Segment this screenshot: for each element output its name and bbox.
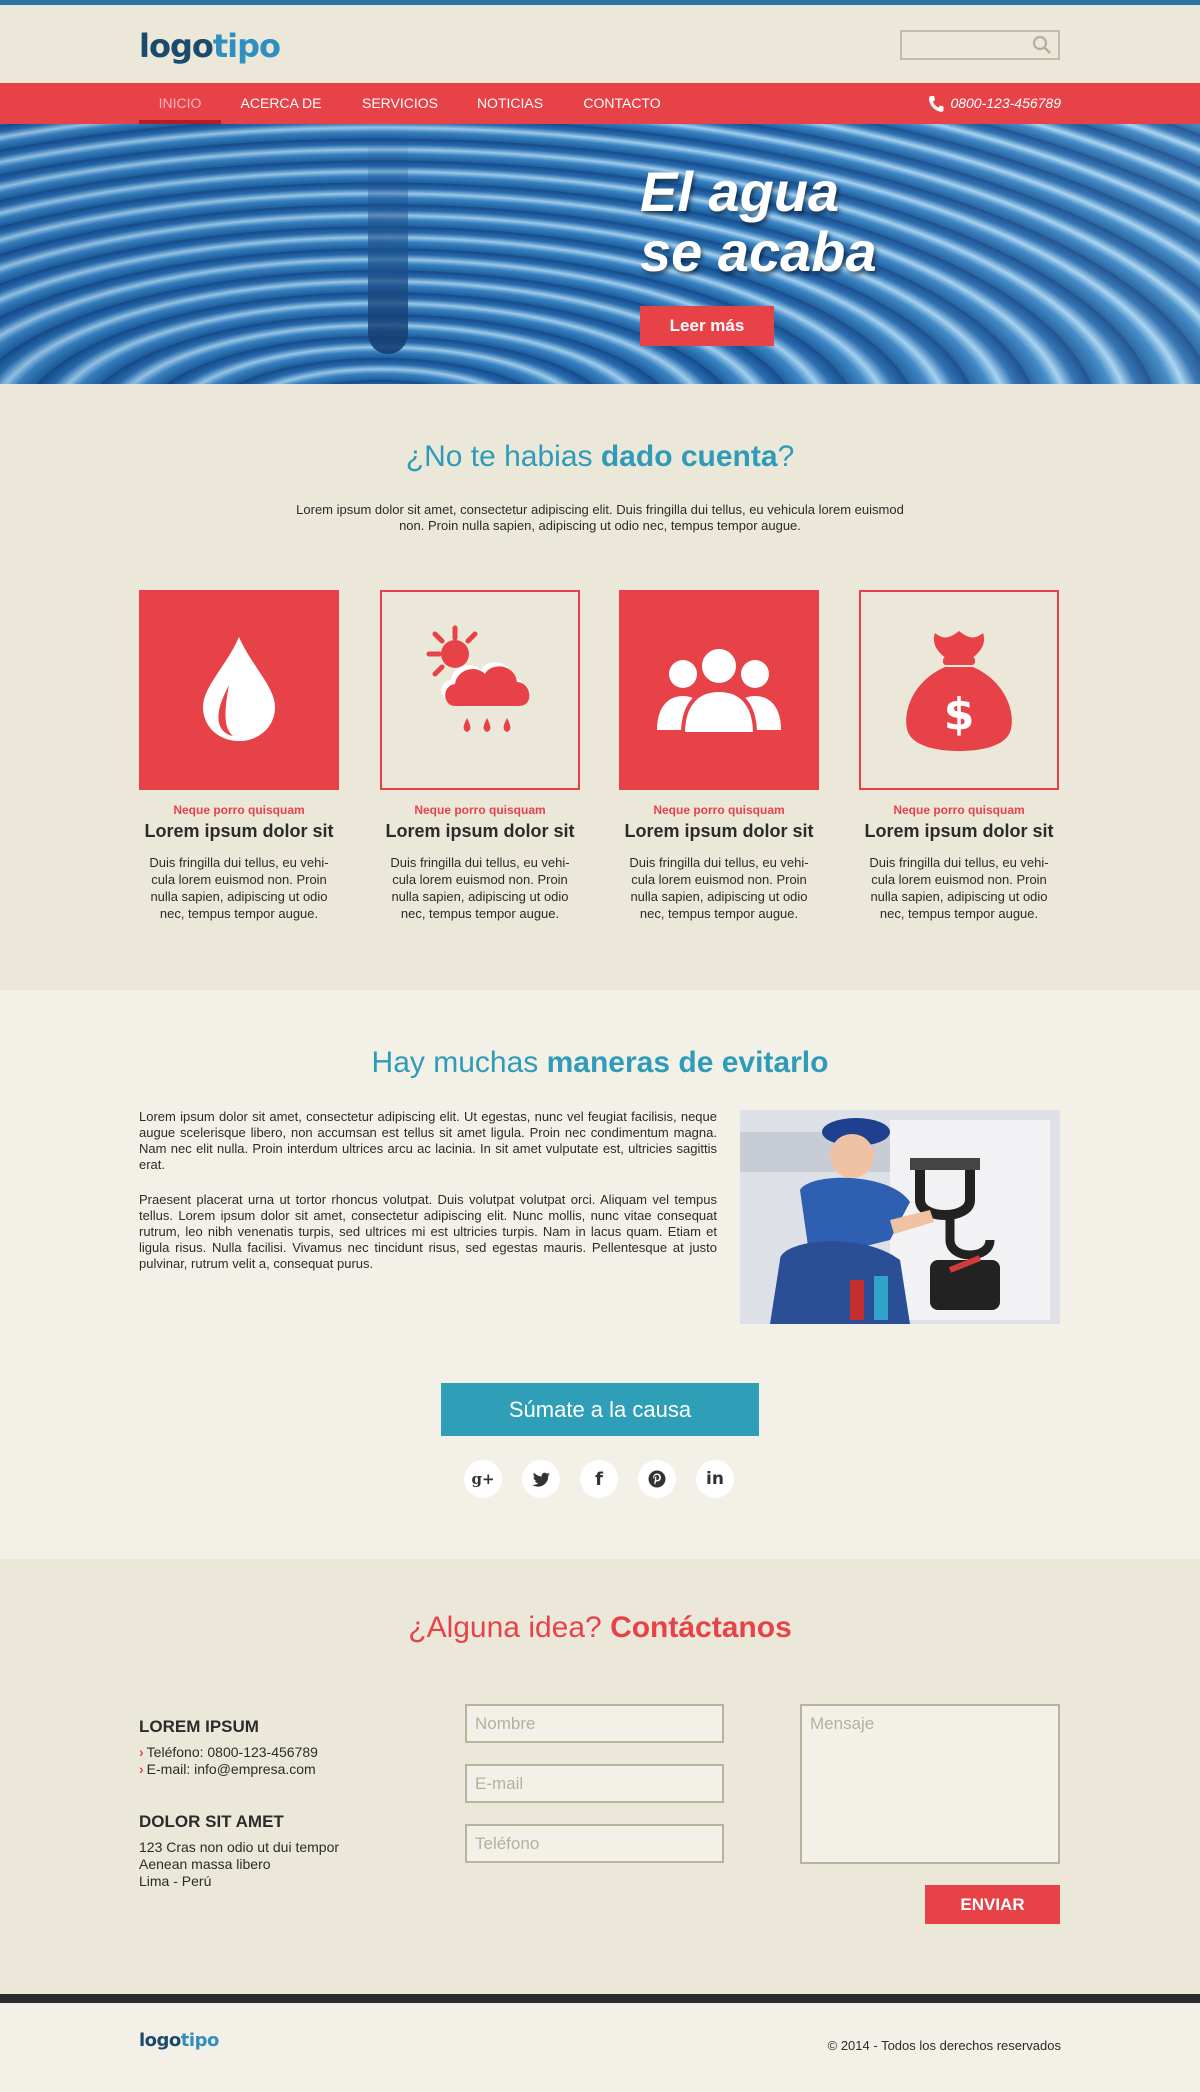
awareness-intro: Lorem ipsum dolor sit amet, consectetur …: [296, 502, 904, 533]
nav-item-contacto[interactable]: CONTACTO: [572, 83, 672, 124]
google-plus-glyph: g+: [471, 1470, 495, 1488]
plumber-photo: [740, 1110, 1060, 1324]
feature-card-kicker: Neque porro quisquam: [653, 803, 785, 817]
solutions-title: Hay muchas maneras de evitarlo: [0, 1046, 1200, 1080]
header-phone: 0800-123-456789: [928, 83, 1061, 124]
feature-card-kicker: Neque porro quisquam: [893, 803, 1025, 817]
address-line-3: Lima - Perú: [139, 1873, 212, 1889]
feature-card-title: Lorem ipsum dolor sit: [864, 821, 1054, 841]
solutions-paragraph-1: Lorem ipsum dolor sit amet, consectetur …: [139, 1109, 717, 1172]
hero-banner: El agua se acaba Leer más: [0, 124, 1200, 384]
chevron-right-icon: ›: [139, 1761, 144, 1777]
message-field[interactable]: [800, 1704, 1060, 1864]
name-field[interactable]: [465, 1704, 724, 1743]
feature-card-text: Duis fringilla dui tellus, eu vehi-cula …: [390, 855, 570, 921]
nav-item-servicios[interactable]: SERVICIOS: [350, 83, 450, 124]
money-bag-icon: $: [906, 631, 1012, 751]
solutions-section: Hay muchas maneras de evitarlo Lorem ips…: [0, 990, 1200, 1559]
contact-title: ¿Alguna idea? Contáctanos: [0, 1611, 1200, 1645]
email-field[interactable]: [465, 1764, 724, 1803]
feature-card: Neque porro quisquam Lorem ipsum dolor s…: [380, 590, 580, 922]
awareness-title: ¿No te habias dado cuenta?: [0, 440, 1200, 474]
feature-card: Neque porro quisquam Lorem ipsum dolor s…: [139, 590, 339, 922]
awareness-title-bold: dado cuenta: [600, 440, 778, 473]
feature-card-title: Lorem ipsum dolor sit: [385, 821, 575, 841]
chevron-right-icon: ›: [139, 1744, 144, 1760]
feature-card-title: Lorem ipsum dolor sit: [144, 821, 334, 841]
feature-card-text: Duis fringilla dui tellus, eu vehi-cula …: [629, 855, 809, 921]
nav-item-noticias[interactable]: NOTICIAS: [467, 83, 553, 124]
feature-card: Neque porro quisquam Lorem ipsum dolor s…: [619, 590, 819, 922]
footer-divider: [0, 1994, 1200, 2003]
hero-title: El agua se acaba: [640, 162, 877, 282]
contact-phone-line: › Teléfono: 0800-123-456789: [139, 1744, 318, 1761]
awareness-title-light: ¿No te habias: [405, 440, 601, 473]
phone-icon: [929, 96, 944, 113]
solutions-paragraph-2: Praesent placerat urna ut tortor rhoncus…: [139, 1192, 717, 1271]
feature-card-text: Duis fringilla dui tellus, eu vehi-cula …: [869, 855, 1049, 921]
contact-phone-text: Teléfono: 0800-123-456789: [146, 1744, 318, 1760]
google-plus-icon[interactable]: g+: [464, 1460, 502, 1498]
contact-title-light: ¿Alguna idea?: [408, 1611, 611, 1644]
awareness-title-end: ?: [777, 440, 795, 473]
feature-card-icon-box: [139, 590, 339, 790]
footer-logo-part2: tipo: [180, 2030, 220, 2051]
linkedin-icon[interactable]: in: [696, 1460, 734, 1498]
water-drop-icon: [203, 637, 275, 741]
contact-block-title-1: LOREM IPSUM: [139, 1717, 259, 1736]
pinterest-icon[interactable]: [638, 1460, 676, 1498]
read-more-button[interactable]: Leer más: [640, 306, 774, 346]
footer-logo[interactable]: logotipo: [139, 2030, 219, 2051]
logo[interactable]: logotipo: [139, 27, 281, 65]
contact-block-title-2: DOLOR SIT AMET: [139, 1812, 284, 1831]
address-line-1: 123 Cras non odio ut dui tempor: [139, 1839, 340, 1855]
contact-email-text: E-mail: info@empresa.com: [146, 1761, 316, 1777]
facebook-glyph: f: [595, 1468, 603, 1490]
feature-card-icon-box: [619, 590, 819, 790]
address-line-2: Aenean massa libero: [139, 1856, 271, 1872]
send-button[interactable]: ENVIAR: [925, 1885, 1060, 1924]
contact-section: ¿Alguna idea? Contáctanos LOREM IPSUM › T…: [0, 1559, 1200, 1994]
people-group-icon: [657, 645, 781, 736]
feature-card-kicker: Neque porro quisquam: [414, 803, 546, 817]
twitter-icon[interactable]: [522, 1460, 560, 1498]
water-drop-image: [368, 124, 408, 354]
sun-rain-cloud-icon: [426, 625, 530, 732]
svg-text:$: $: [944, 689, 975, 740]
plumber-illustration: [740, 1110, 1060, 1324]
site-footer: logotipo © 2014 - Todos los derechos res…: [0, 2003, 1200, 2092]
feature-card-title: Lorem ipsum dolor sit: [624, 821, 814, 841]
feature-card-icon-box: $: [859, 590, 1059, 790]
main-nav: INICIO ACERCA DE SERVICIOS NOTICIAS CONT…: [0, 83, 1200, 124]
hero-title-line1: El agua: [640, 160, 840, 223]
logo-part1: logo: [139, 27, 214, 65]
facebook-icon[interactable]: f: [580, 1460, 618, 1498]
feature-card-kicker: Neque porro quisquam: [173, 803, 305, 817]
feature-card-icon-box: [380, 590, 580, 790]
contact-title-bold: Contáctanos: [610, 1611, 792, 1644]
feature-card-text: Duis fringilla dui tellus, eu vehi-cula …: [149, 855, 329, 921]
linkedin-glyph: in: [706, 1469, 724, 1489]
nav-item-inicio[interactable]: INICIO: [139, 83, 221, 124]
footer-logo-part1: logo: [139, 2030, 181, 2051]
nav-item-acerca-de[interactable]: ACERCA DE: [231, 83, 331, 124]
awareness-section: ¿No te habias dado cuenta? Lorem ipsum d…: [0, 384, 1200, 990]
copyright-text: © 2014 - Todos los derechos reservados: [827, 2038, 1061, 2053]
phone-field[interactable]: [465, 1824, 724, 1863]
solutions-title-bold: maneras de evitarlo: [546, 1046, 829, 1079]
site-header: logotipo: [0, 5, 1200, 83]
feature-card: $ Neque porro quisquam Lorem ipsum dolor…: [859, 590, 1059, 922]
search-icon[interactable]: [1032, 35, 1052, 55]
solutions-title-light: Hay muchas: [371, 1046, 547, 1079]
hero-title-line2: se acaba: [640, 220, 877, 283]
join-cause-button[interactable]: Súmate a la causa: [441, 1383, 759, 1436]
search-box: [900, 30, 1060, 60]
twitter-bird-glyph: [532, 1472, 550, 1487]
pinterest-glyph-icon: [648, 1470, 666, 1488]
phone-number: 0800-123-456789: [950, 95, 1061, 111]
logo-part2: tipo: [212, 27, 281, 65]
contact-email-line: › E-mail: info@empresa.com: [139, 1761, 316, 1778]
search-input[interactable]: [902, 32, 1022, 58]
